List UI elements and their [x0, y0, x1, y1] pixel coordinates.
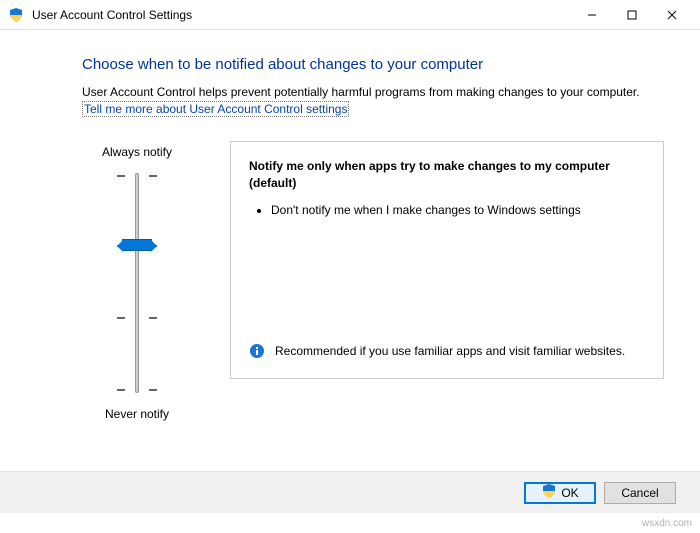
slider-tick	[117, 317, 125, 319]
uac-slider[interactable]	[107, 173, 167, 393]
recommendation-text: Recommended if you use familiar apps and…	[275, 343, 625, 364]
slider-tick	[149, 317, 157, 319]
slider-tick	[149, 175, 157, 177]
titlebar: User Account Control Settings	[0, 0, 700, 30]
recommendation-row: Recommended if you use familiar apps and…	[249, 343, 645, 364]
ok-button-label: OK	[561, 486, 578, 500]
shield-icon	[541, 483, 557, 502]
footer-bar: OK Cancel	[0, 471, 700, 513]
help-link[interactable]: Tell me more about User Account Control …	[82, 101, 349, 117]
window-controls	[572, 1, 692, 29]
page-heading: Choose when to be notified about changes…	[82, 56, 664, 73]
minimize-button[interactable]	[572, 1, 612, 29]
slider-tick	[149, 389, 157, 391]
setting-info-box: Notify me only when apps try to make cha…	[230, 141, 664, 379]
ok-button[interactable]: OK	[524, 482, 596, 504]
close-button[interactable]	[652, 1, 692, 29]
info-icon	[249, 343, 265, 364]
window-title: User Account Control Settings	[32, 8, 572, 22]
main-area: Always notify Never notify Notify me onl…	[82, 141, 664, 425]
slider-column: Always notify Never notify	[82, 141, 192, 425]
setting-bullets: Don't notify me when I make changes to W…	[249, 202, 645, 219]
slider-tick	[117, 175, 125, 177]
slider-track-line	[135, 173, 139, 393]
content-area: Choose when to be notified about changes…	[0, 30, 700, 435]
shield-icon	[8, 7, 24, 23]
slider-label-top: Always notify	[102, 145, 172, 159]
cancel-button[interactable]: Cancel	[604, 482, 676, 504]
setting-title: Notify me only when apps try to make cha…	[249, 158, 645, 192]
watermark: wsxdn.com	[642, 518, 692, 529]
cancel-button-label: Cancel	[621, 486, 658, 500]
slider-thumb[interactable]	[122, 239, 152, 251]
slider-tick	[117, 389, 125, 391]
maximize-button[interactable]	[612, 1, 652, 29]
description-text: User Account Control helps prevent poten…	[82, 85, 664, 99]
setting-bullet: Don't notify me when I make changes to W…	[271, 202, 645, 219]
slider-label-bottom: Never notify	[105, 407, 169, 421]
